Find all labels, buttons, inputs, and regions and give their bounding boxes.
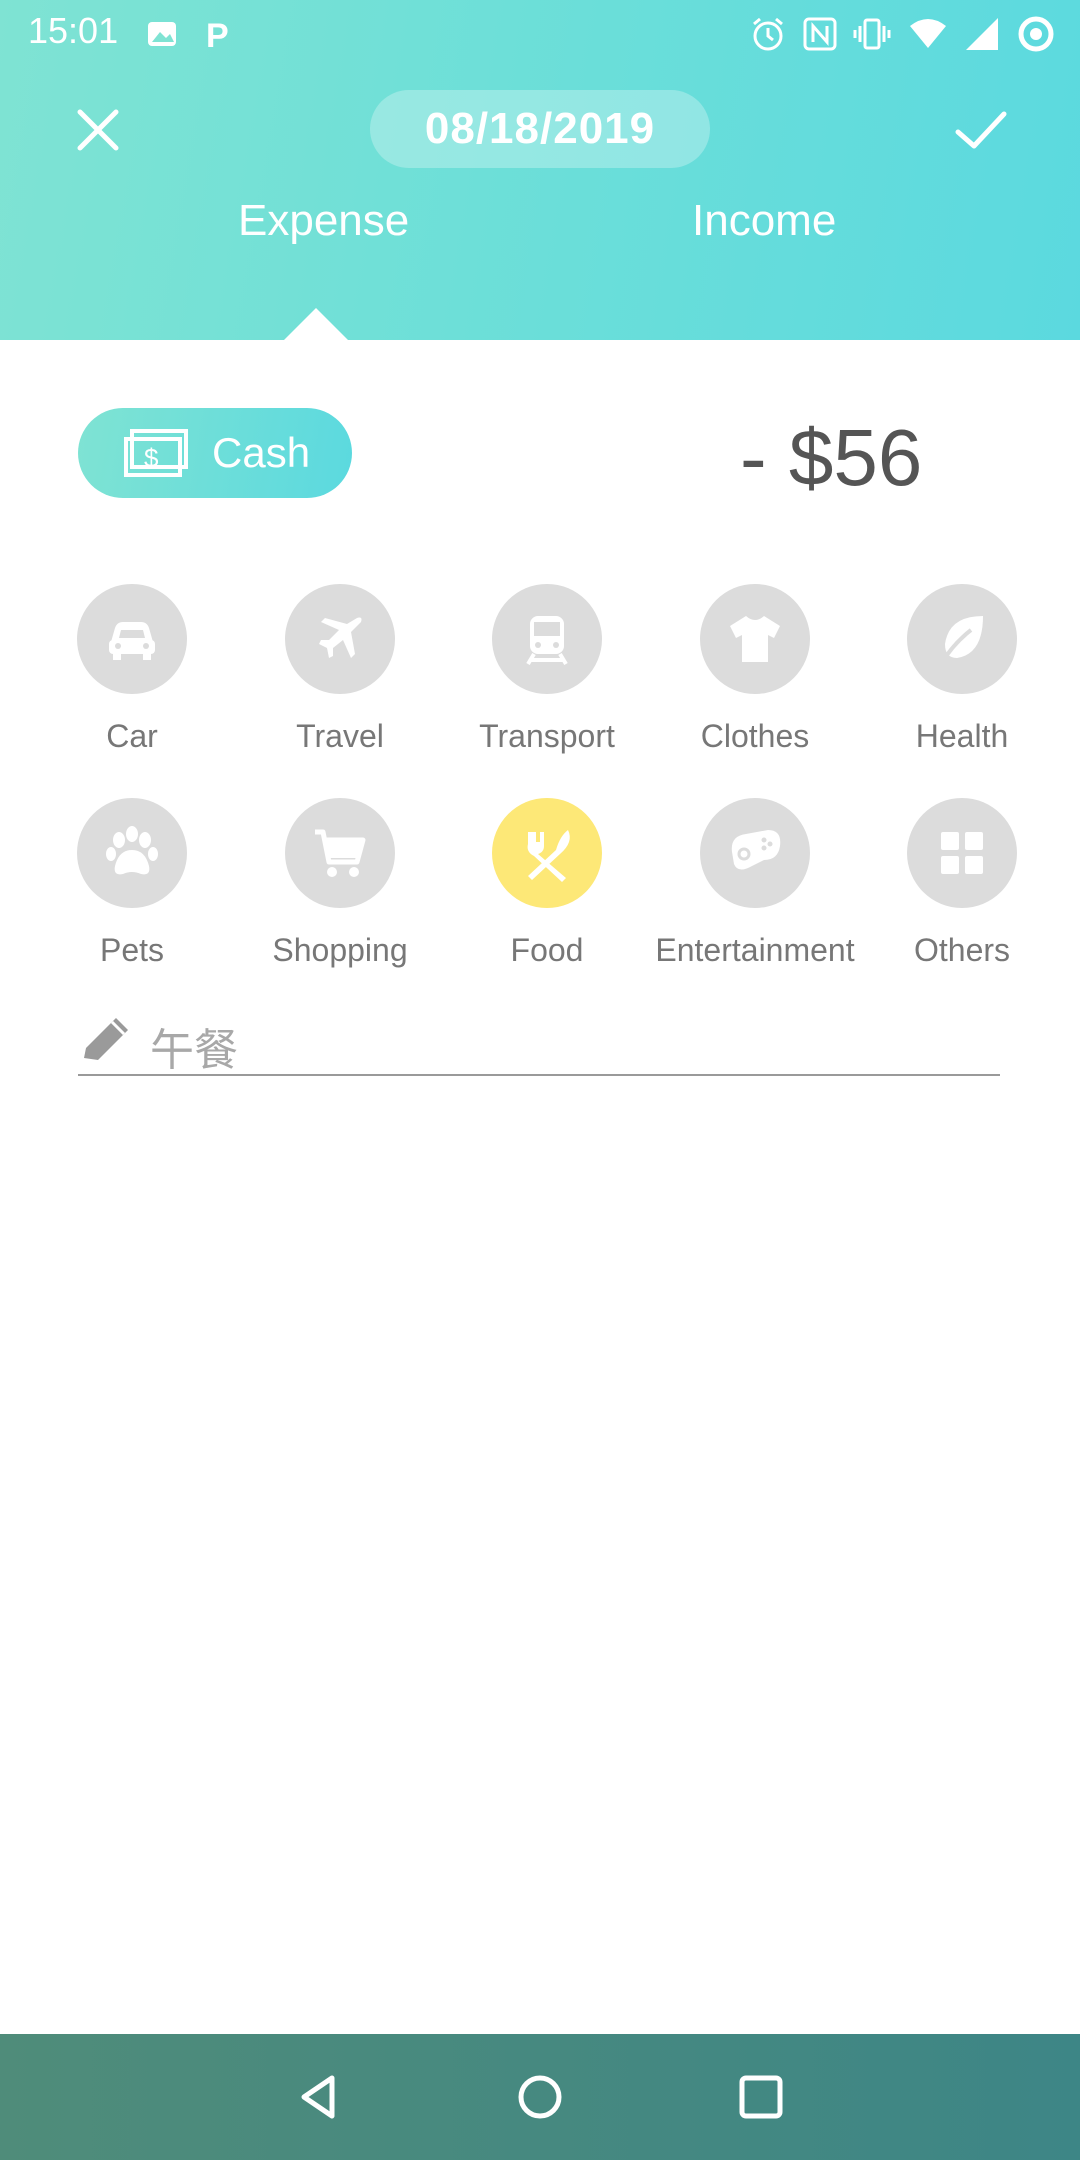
leaf-icon: [939, 616, 983, 666]
parking-notification-icon: P: [206, 17, 229, 54]
category-clothes[interactable]: Clothes: [655, 584, 855, 755]
category-entertainment[interactable]: Entertainment: [655, 798, 855, 969]
confirm-check-icon[interactable]: [950, 100, 1010, 160]
selected-tab-indicator: [284, 308, 348, 340]
top-actions: 08/18/2019: [0, 80, 1080, 180]
account-selector-button[interactable]: $ Cash: [78, 408, 352, 498]
status-ring-icon: [1018, 16, 1054, 52]
cart-icon: [315, 829, 366, 877]
category-label: Transport: [479, 718, 615, 754]
shirt-icon: [730, 616, 780, 662]
signal-icon: [966, 18, 998, 50]
category-transport[interactable]: Transport: [447, 584, 647, 755]
home-icon[interactable]: [507, 2064, 573, 2130]
selected-category-indicator: [492, 798, 602, 908]
category-label: Shopping: [272, 932, 408, 968]
category-label: Clothes: [700, 718, 810, 754]
category-label: Food: [510, 932, 584, 968]
pencil-icon: [84, 1018, 128, 1060]
car-icon: [109, 622, 155, 660]
account-label: Cash: [212, 429, 311, 476]
train-icon: [526, 616, 568, 666]
tab-income[interactable]: Income: [692, 196, 836, 246]
category-food[interactable]: Food: [447, 798, 647, 969]
close-icon[interactable]: [68, 100, 128, 160]
category-shopping[interactable]: Shopping: [240, 798, 440, 969]
category-label: Entertainment: [655, 932, 855, 968]
category-label: Car: [106, 718, 158, 754]
svg-text:P: P: [206, 17, 229, 54]
status-time: 15:01: [28, 10, 119, 51]
category-label: Others: [913, 932, 1011, 968]
category-label: Health: [915, 718, 1009, 754]
note-text: 午餐: [150, 1025, 238, 1076]
note-input[interactable]: 午餐: [78, 1010, 1000, 1076]
category-label: Pets: [99, 932, 165, 968]
back-icon[interactable]: [286, 2064, 352, 2130]
category-health[interactable]: Health: [862, 584, 1062, 755]
category-car[interactable]: Car: [32, 584, 232, 755]
recent-apps-icon[interactable]: [728, 2064, 794, 2130]
tab-expense[interactable]: Expense: [238, 196, 409, 246]
alarm-icon: [753, 17, 783, 51]
category-pets[interactable]: Pets: [32, 798, 232, 969]
vibrate-icon: [853, 18, 891, 50]
amount-display[interactable]: - $56: [740, 412, 922, 504]
gamepad-icon: [731, 830, 781, 870]
airplane-icon: [319, 617, 362, 658]
date-picker-button[interactable]: 08/18/2019: [370, 90, 710, 168]
cash-icon: $: [124, 429, 188, 477]
image-notification-icon: [148, 22, 176, 46]
system-nav-bar: [0, 2034, 1080, 2160]
nfc-icon: [803, 17, 837, 51]
add-transaction-screen: 15:01 P 08/18/2019 Expense Income $ Cash…: [0, 0, 1080, 2160]
paw-icon: [106, 826, 158, 875]
status-bar: 15:01 P: [0, 0, 1080, 64]
category-label: Travel: [296, 718, 384, 754]
header: 15:01 P 08/18/2019 Expense Income: [0, 0, 1080, 340]
type-tabs: Expense Income: [0, 196, 1080, 276]
fork-knife-icon: [527, 830, 570, 882]
category-travel[interactable]: Travel: [240, 584, 440, 755]
category-others[interactable]: Others: [862, 798, 1062, 969]
grid-icon: [941, 832, 983, 874]
svg-text:$: $: [144, 443, 159, 473]
wifi-icon: [910, 19, 946, 48]
